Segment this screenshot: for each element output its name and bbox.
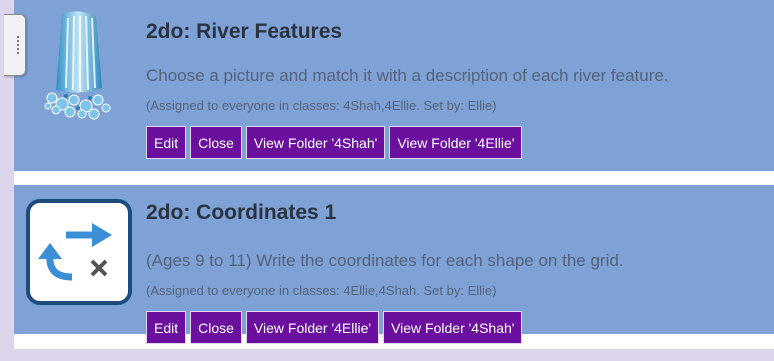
edit-button[interactable]: Edit [146, 311, 187, 344]
grip-icon [17, 36, 21, 54]
edit-button[interactable]: Edit [146, 126, 187, 159]
task-assignment-info: (Assigned to everyone in classes: 4Ellie… [146, 283, 497, 298]
task-description: Choose a picture and match it with a des… [146, 66, 669, 85]
view-folder-4shah-button[interactable]: View Folder '4Shah' [383, 311, 523, 344]
close-button[interactable]: Close [190, 311, 242, 344]
bottom-margin [0, 349, 774, 361]
view-folder-4ellie-button[interactable]: View Folder '4Ellie' [245, 311, 380, 344]
coordinates-icon [26, 199, 132, 305]
task-assignment-info: (Assigned to everyone in classes: 4Shah,… [146, 98, 497, 113]
view-folder-4ellie-button[interactable]: View Folder '4Ellie' [389, 126, 523, 159]
view-folder-4shah-button[interactable]: View Folder '4Shah' [245, 126, 386, 159]
task-title: 2do: River Features [146, 20, 343, 43]
task-description: (Ages 9 to 11) Write the coordinates for… [146, 251, 624, 270]
task-actions: Edit Close View Folder '4Shah' View Fold… [146, 126, 523, 159]
close-button[interactable]: Close [190, 126, 242, 159]
task-card-river-features: 2do: River Features Choose a picture and… [14, 0, 774, 171]
waterfall-icon [44, 11, 111, 120]
task-title: 2do: Coordinates 1 [146, 201, 337, 224]
side-panel-handle[interactable] [4, 14, 26, 76]
task-card-coordinates: 2do: Coordinates 1 (Ages 9 to 11) Write … [14, 185, 774, 344]
task-actions: Edit Close View Folder '4Ellie' View Fol… [146, 311, 523, 344]
